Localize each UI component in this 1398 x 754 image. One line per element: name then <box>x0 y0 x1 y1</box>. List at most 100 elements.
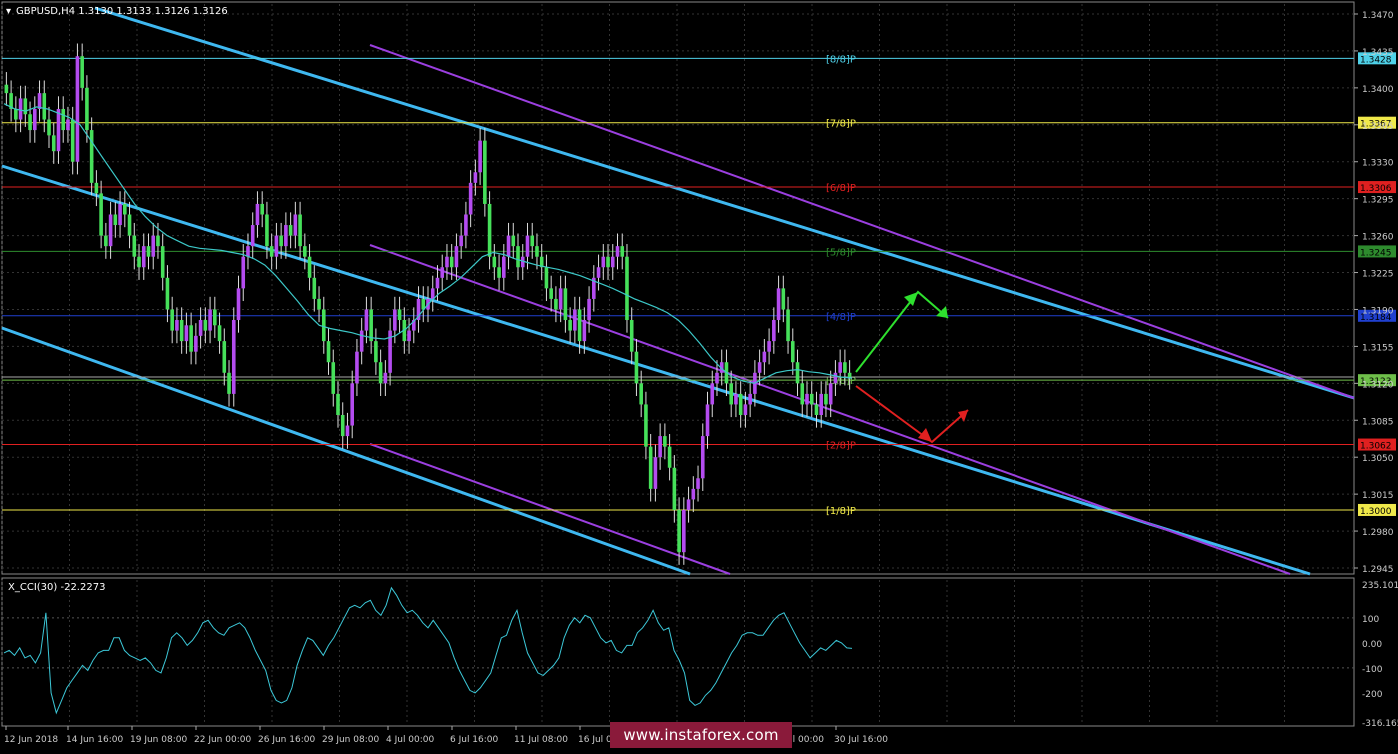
price-label-text: 1.3306 <box>1360 184 1392 194</box>
candle-body <box>625 256 629 321</box>
candle-body <box>194 335 198 352</box>
candle-body <box>790 341 795 363</box>
candle-body <box>568 320 572 331</box>
candle-body <box>772 320 776 342</box>
time-label: 14 Jun 16:00 <box>66 735 123 745</box>
candle-body <box>89 130 94 183</box>
candle-body <box>824 393 828 405</box>
time-label: 19 Jun 08:00 <box>130 735 187 745</box>
ma-line <box>3 103 853 384</box>
candle-body <box>691 488 696 500</box>
up-scenario-arrow <box>855 290 949 373</box>
cci-tick-label: 0.00 <box>1362 640 1382 650</box>
candle-body <box>663 436 667 447</box>
time-label: 4 Jul 00:00 <box>386 735 435 745</box>
candle-body <box>464 214 468 236</box>
price-tick-label: 1.3050 <box>1362 454 1394 464</box>
candle-body <box>601 256 606 268</box>
purple-channel-top <box>369 44 1355 399</box>
moving-average <box>3 103 853 384</box>
candle-body <box>14 108 18 120</box>
candle-body <box>483 140 487 204</box>
candle-body <box>241 256 246 289</box>
candle-body <box>269 246 274 257</box>
candle-body <box>108 214 113 247</box>
symbol-header: GBPUSD,H4 1.3130 1.3133 1.3126 1.3126 <box>16 6 228 17</box>
candle-body <box>37 93 42 109</box>
candle-body <box>61 108 66 131</box>
time-label: 30 Jul 16:00 <box>834 735 888 745</box>
price-tick-label: 1.3365 <box>1362 122 1394 132</box>
price-tick-label: 1.3295 <box>1362 196 1394 206</box>
down-arrow-tail-head <box>958 410 968 422</box>
candle-body <box>757 362 762 373</box>
candle-body <box>307 256 312 278</box>
candle-body <box>175 320 179 331</box>
candle-body <box>146 246 151 257</box>
candle-body <box>246 246 250 257</box>
candle-body <box>620 246 625 257</box>
candle-body <box>104 235 108 247</box>
candle-body <box>582 320 587 342</box>
candle-body <box>487 203 492 257</box>
candle-body <box>828 383 833 405</box>
candle-body <box>762 351 767 363</box>
candle-body <box>250 225 255 247</box>
cci-tick-label: -100 <box>1362 665 1383 675</box>
candle-body <box>321 309 326 342</box>
candle-body <box>738 393 743 415</box>
indicator-header: X_CCI(30) -22.2273 <box>8 582 105 593</box>
candle-body <box>468 182 473 215</box>
candle-body <box>814 404 819 415</box>
cci-tick-label: 100 <box>1362 615 1379 625</box>
candle-body <box>70 119 75 162</box>
candle-body <box>606 256 610 268</box>
candle-body <box>364 309 369 331</box>
cci-tick-label: 235.1018 <box>1362 581 1398 591</box>
candle-body <box>340 414 345 437</box>
candle-body <box>781 288 786 310</box>
candle-body <box>809 393 814 405</box>
candle-body <box>677 509 681 553</box>
candle-body <box>179 320 184 342</box>
candle-body <box>639 383 643 405</box>
candle-body <box>303 246 307 257</box>
candle-body <box>231 320 236 394</box>
candle-body <box>255 203 260 226</box>
candle-body <box>118 203 122 226</box>
candle-body <box>511 235 516 247</box>
candle-body <box>501 256 506 278</box>
price-tick-label: 1.3330 <box>1362 159 1394 169</box>
candle-body <box>492 256 497 268</box>
candle-body <box>393 309 397 331</box>
candle-body <box>127 214 132 236</box>
candle-body <box>312 277 317 299</box>
watermark: www.instaforex.com <box>610 722 792 748</box>
price-chart[interactable]: [8/8]P 1.3428[7/8]P 1.3367[6/8]P 1.3306[5/8… <box>0 0 1398 750</box>
candle-body <box>203 320 208 331</box>
candle-body <box>359 330 364 352</box>
candle-body <box>525 235 530 257</box>
candle-body <box>644 404 648 447</box>
cci-indicator: 235.1018 100 0.00 -100 -200 -316.165 <box>2 581 1398 729</box>
header-triangle-icon[interactable]: ▾ <box>6 6 11 17</box>
candle-body <box>838 362 842 373</box>
candle-body <box>563 288 568 321</box>
candle-body <box>213 309 217 326</box>
murrey-level-label: [8/8]P <box>826 54 856 65</box>
candle-body <box>165 277 170 310</box>
price-tick-label: 1.2945 <box>1362 565 1394 575</box>
candle-body <box>374 341 378 363</box>
channel-mid-line <box>1 164 1311 576</box>
candle-body <box>459 235 463 247</box>
candle-body <box>227 372 231 394</box>
murrey-level-label: [7/8]P <box>826 119 856 130</box>
murrey-level-label: [5/8]P <box>826 247 856 258</box>
candle-body <box>4 84 9 94</box>
candle-body <box>66 119 70 131</box>
candle-body <box>478 140 482 173</box>
candle-body <box>260 203 264 215</box>
candle-body <box>800 383 805 405</box>
price-tick-label: 1.3225 <box>1362 270 1394 280</box>
candle-body <box>75 56 80 162</box>
